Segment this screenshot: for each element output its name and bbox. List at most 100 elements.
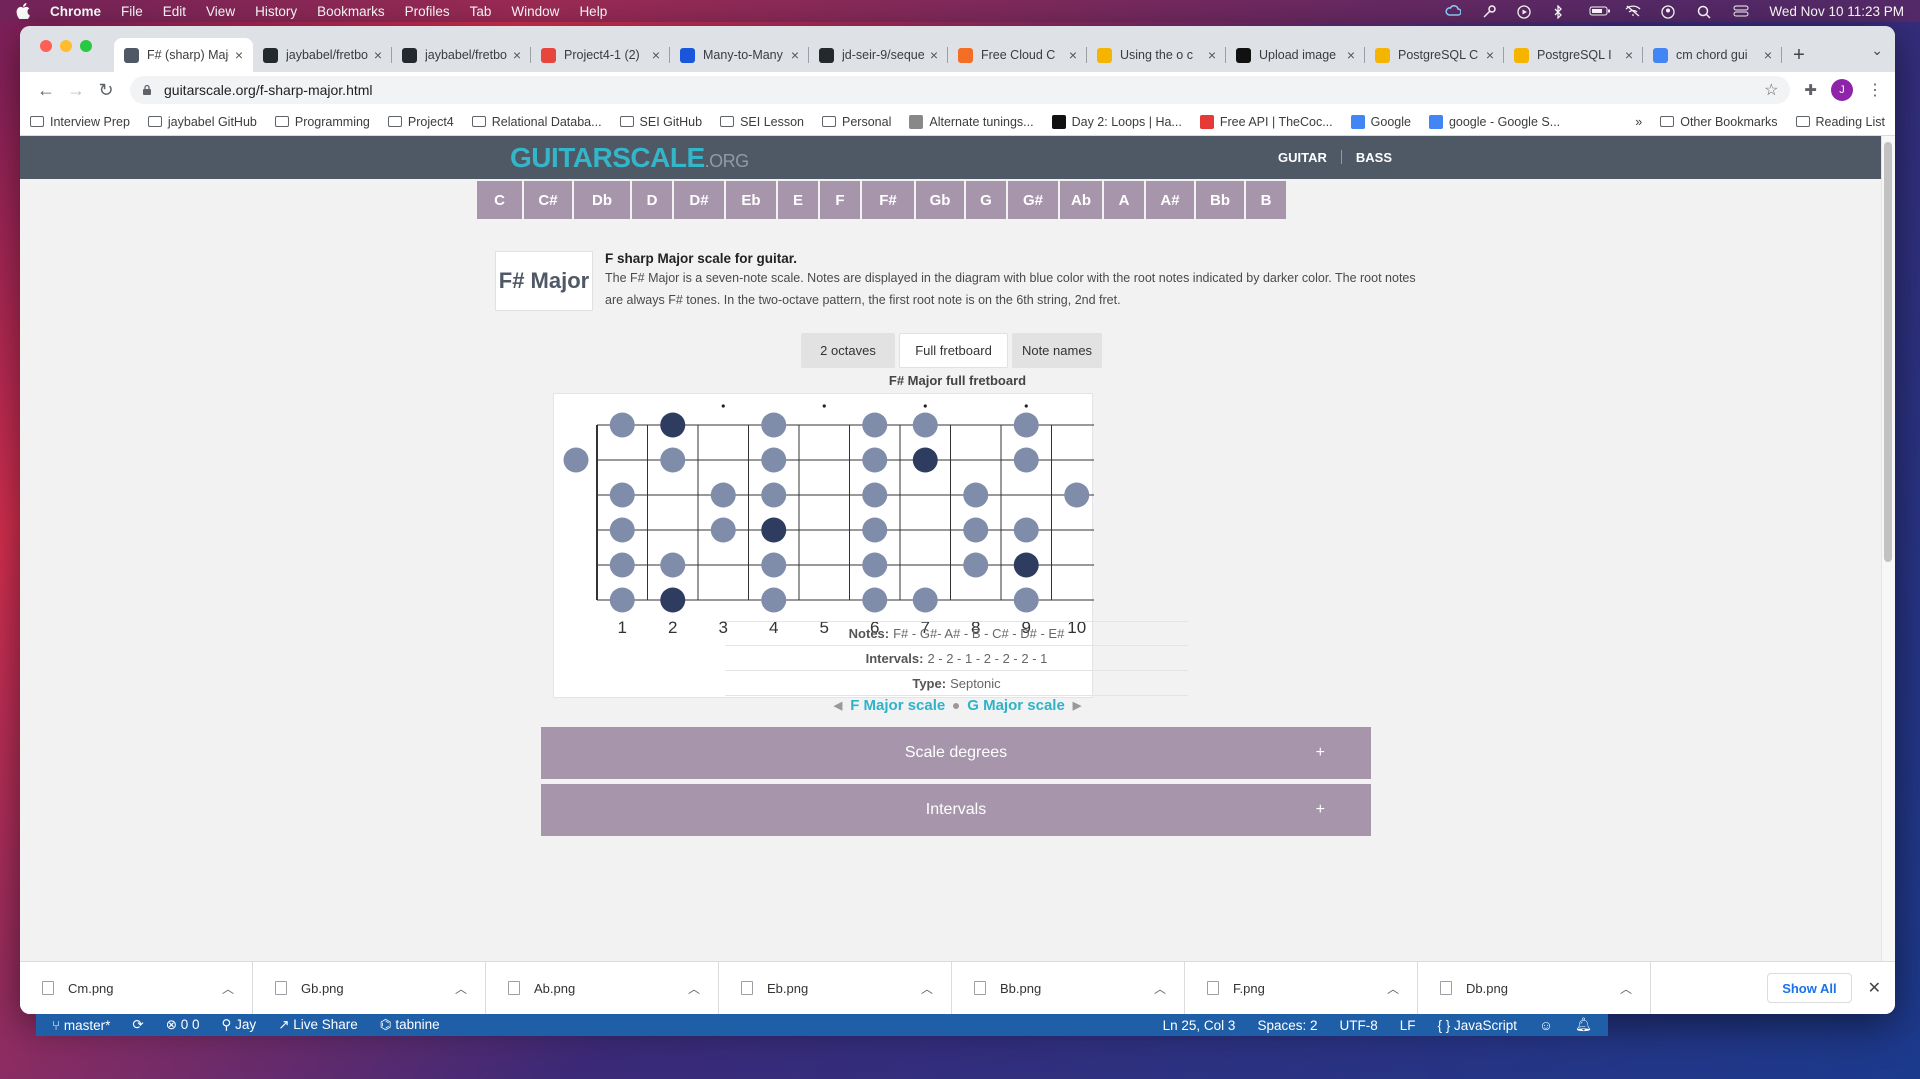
key-button[interactable]: F# [862, 181, 916, 219]
menu-history[interactable]: History [255, 4, 297, 19]
reading-list[interactable]: Reading List [1795, 115, 1885, 129]
menu-tab[interactable]: Tab [470, 4, 492, 19]
key-button[interactable]: C [477, 181, 524, 219]
tab-close-icon[interactable]: × [1764, 47, 1772, 63]
battery-icon[interactable] [1589, 5, 1611, 17]
menu-window[interactable]: Window [511, 4, 559, 19]
live-share-button[interactable]: ↗ Live Share [278, 1017, 358, 1033]
accordion-intervals[interactable]: Intervals + [541, 784, 1371, 836]
download-item[interactable]: Cm.png ︿ [20, 961, 253, 1014]
menu-profiles[interactable]: Profiles [405, 4, 450, 19]
browser-tab[interactable]: Free Cloud C × [948, 38, 1087, 72]
back-arrow-icon[interactable]: ← [32, 76, 60, 104]
browser-tab[interactable]: jaybabel/fretboard × [392, 38, 531, 72]
profile-avatar[interactable]: J [1831, 79, 1853, 101]
chevron-up-icon[interactable]: ︿ [1620, 980, 1632, 997]
reload-icon[interactable]: ↻ [92, 76, 120, 104]
browser-tab[interactable]: PostgreSQL C × [1365, 38, 1504, 72]
menu-file[interactable]: File [121, 4, 143, 19]
bookmark-item[interactable]: jaybabel GitHub [147, 115, 257, 129]
view-mode-button[interactable]: 2 octaves [801, 333, 895, 368]
bookmark-item[interactable]: Alternate tunings... [909, 114, 1034, 129]
browser-tab[interactable]: jd-seir-9/sequel × [809, 38, 948, 72]
key-button[interactable]: D# [674, 181, 726, 219]
sync-icon[interactable]: ⟳ [132, 1017, 143, 1033]
problems-indicator[interactable]: ⊗ 0 0 [166, 1017, 200, 1033]
indent-setting[interactable]: Spaces: 2 [1257, 1018, 1317, 1033]
bookmark-item[interactable]: Free API | TheCoc... [1199, 114, 1333, 129]
show-all-downloads-button[interactable]: Show All [1767, 973, 1852, 1003]
tab-close-icon[interactable]: × [1625, 47, 1633, 63]
forward-arrow-icon[interactable]: → [62, 76, 90, 104]
tab-search-chevron-icon[interactable]: ⌄ [1871, 42, 1883, 59]
nav-guitar-link[interactable]: GUITAR [1278, 150, 1327, 165]
key-button[interactable]: D [632, 181, 674, 219]
chrome-menu-icon[interactable]: ⋮ [1867, 80, 1883, 100]
feedback-icon[interactable]: ☺ [1539, 1018, 1553, 1033]
browser-tab[interactable]: Upload image × [1226, 38, 1365, 72]
menubar-datetime[interactable]: Wed Nov 10 11:23 PM [1769, 4, 1904, 19]
download-item[interactable]: F.png ︿ [1185, 961, 1418, 1014]
next-scale-link[interactable]: G Major scale [967, 697, 1065, 714]
key-button[interactable]: Db [574, 181, 632, 219]
encoding-setting[interactable]: UTF-8 [1339, 1018, 1377, 1033]
bookmark-item[interactable]: Day 2: Loops | Ha... [1051, 114, 1182, 129]
key-icon[interactable] [1481, 5, 1497, 18]
download-item[interactable]: Eb.png ︿ [719, 961, 952, 1014]
tab-close-icon[interactable]: × [235, 47, 243, 63]
chevron-up-icon[interactable]: ︿ [1387, 980, 1399, 997]
url-text[interactable]: guitarscale.org/f-sharp-major.html [164, 82, 373, 98]
tab-close-icon[interactable]: × [930, 47, 938, 63]
spotlight-search-icon[interactable] [1697, 5, 1713, 19]
key-button[interactable]: A# [1146, 181, 1196, 219]
chevron-up-icon[interactable]: ︿ [921, 980, 933, 997]
key-button[interactable]: G [966, 181, 1008, 219]
key-button[interactable]: E [778, 181, 820, 219]
key-button[interactable]: C# [524, 181, 574, 219]
control-center-icon[interactable] [1733, 5, 1749, 17]
play-circle-icon[interactable] [1517, 5, 1533, 19]
browser-tab[interactable]: Using the o c × [1087, 38, 1226, 72]
page-scrollbar[interactable] [1881, 136, 1895, 986]
bookmark-item[interactable]: SEI GitHub [619, 115, 702, 129]
browser-tab[interactable]: cm chord gui × [1643, 38, 1782, 72]
nav-bass-link[interactable]: BASS [1356, 150, 1392, 165]
bookmark-item[interactable]: google - Google S... [1428, 114, 1560, 129]
close-downloads-icon[interactable]: ✕ [1868, 978, 1881, 998]
git-branch[interactable]: ⑂ master* [52, 1018, 110, 1033]
bookmark-item[interactable]: Interview Prep [30, 115, 130, 129]
other-bookmarks[interactable]: Other Bookmarks [1660, 115, 1778, 129]
chevron-up-icon[interactable]: ︿ [222, 980, 234, 997]
apple-icon[interactable] [16, 3, 30, 19]
key-button[interactable]: B [1246, 181, 1288, 219]
bookmark-item[interactable]: Relational Databa... [471, 115, 602, 129]
language-mode[interactable]: { } JavaScript [1438, 1018, 1518, 1033]
menu-app-name[interactable]: Chrome [50, 4, 101, 19]
eol-setting[interactable]: LF [1400, 1018, 1416, 1033]
cursor-position[interactable]: Ln 25, Col 3 [1163, 1018, 1236, 1033]
menu-edit[interactable]: Edit [163, 4, 186, 19]
tabnine-indicator[interactable]: ⌬ tabnine [380, 1017, 440, 1033]
key-button[interactable]: F [820, 181, 862, 219]
address-bar[interactable]: guitarscale.org/f-sharp-major.html ☆ [130, 76, 1791, 104]
close-window-button[interactable] [40, 40, 52, 52]
download-item[interactable]: Gb.png ︿ [253, 961, 486, 1014]
key-button[interactable]: Eb [726, 181, 778, 219]
notifications-bell-icon[interactable]: 🔔︎ [1575, 1017, 1592, 1033]
key-button[interactable]: Bb [1196, 181, 1246, 219]
bookmark-star-icon[interactable]: ☆ [1764, 80, 1778, 100]
extensions-puzzle-icon[interactable]: ✚ [1804, 81, 1817, 99]
key-button[interactable]: Gb [916, 181, 966, 219]
browser-tab[interactable]: PostgreSQL I × [1504, 38, 1643, 72]
user-icon[interactable] [1661, 5, 1677, 19]
bookmark-item[interactable]: Project4 [387, 115, 454, 129]
accordion-scale-degrees[interactable]: Scale degrees + [541, 727, 1371, 779]
key-button[interactable]: Ab [1060, 181, 1104, 219]
tab-close-icon[interactable]: × [652, 47, 660, 63]
new-tab-button[interactable]: + [1782, 38, 1816, 72]
cloud-sync-icon[interactable] [1445, 5, 1463, 17]
tab-close-icon[interactable]: × [1208, 47, 1216, 63]
view-mode-button[interactable]: Full fretboard [899, 333, 1008, 368]
chevron-up-icon[interactable]: ︿ [1154, 980, 1166, 997]
download-item[interactable]: Ab.png ︿ [486, 961, 719, 1014]
